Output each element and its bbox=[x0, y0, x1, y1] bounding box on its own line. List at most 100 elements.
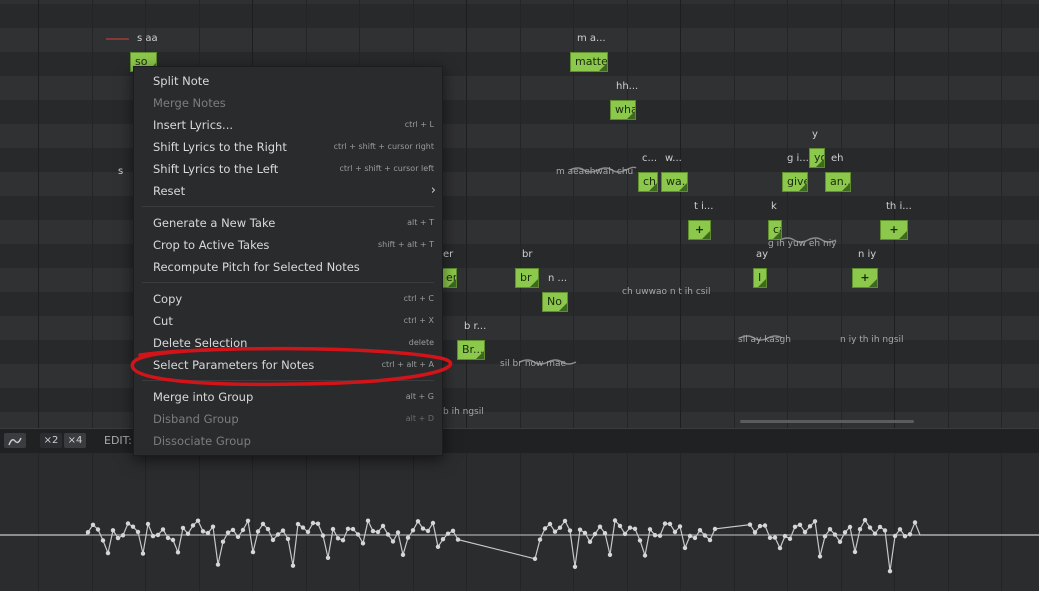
pitch-point[interactable] bbox=[817, 554, 823, 559]
pitch-point[interactable] bbox=[762, 523, 768, 528]
pitch-point[interactable] bbox=[360, 541, 366, 546]
note-matter[interactable]: matter bbox=[570, 52, 608, 72]
note-br[interactable]: br bbox=[515, 268, 539, 288]
pitch-point[interactable] bbox=[240, 527, 246, 533]
pitch-point[interactable] bbox=[375, 529, 381, 535]
pitch-point[interactable] bbox=[602, 531, 608, 536]
pitch-point[interactable] bbox=[677, 524, 683, 529]
menu-item-select-parameters-for-notes[interactable]: Select Parameters for Notes ctrl + alt + … bbox=[134, 354, 442, 376]
parameter-panel[interactable] bbox=[0, 453, 1039, 591]
pitch-point[interactable] bbox=[857, 527, 863, 532]
pitch-point[interactable] bbox=[652, 533, 658, 538]
pitch-point[interactable] bbox=[662, 521, 668, 526]
pitch-point[interactable] bbox=[752, 530, 758, 535]
pitch-point[interactable] bbox=[455, 537, 461, 542]
pitch-point[interactable] bbox=[450, 528, 456, 533]
pitch-point[interactable] bbox=[280, 528, 286, 533]
pitch-point[interactable] bbox=[290, 563, 296, 568]
pitch-point[interactable] bbox=[892, 533, 898, 539]
pitch-point[interactable] bbox=[837, 539, 843, 544]
pitch-point[interactable] bbox=[802, 529, 808, 535]
pitch-point[interactable] bbox=[552, 529, 558, 534]
pitch-point[interactable] bbox=[415, 519, 421, 524]
menu-item-crop-to-active-takes[interactable]: Crop to Active Takes shift + alt + T bbox=[134, 234, 442, 256]
note-plus-1[interactable]: + bbox=[688, 220, 711, 240]
pitch-point[interactable] bbox=[577, 527, 583, 532]
pitch-point[interactable] bbox=[707, 537, 713, 543]
pitch-point[interactable] bbox=[617, 523, 623, 529]
pitch-point[interactable] bbox=[862, 517, 868, 523]
pitch-point[interactable] bbox=[542, 526, 548, 531]
pitch-point[interactable] bbox=[832, 532, 838, 537]
pitch-point[interactable] bbox=[365, 518, 371, 523]
note-wha[interactable]: wha bbox=[610, 100, 636, 120]
pitch-point[interactable] bbox=[310, 520, 316, 526]
pitch-point[interactable] bbox=[345, 526, 351, 531]
menu-item-reset[interactable]: Reset › bbox=[134, 180, 442, 202]
pitch-point[interactable] bbox=[420, 526, 426, 531]
note-no[interactable]: No bbox=[542, 292, 568, 312]
pitch-point[interactable] bbox=[250, 549, 256, 555]
note-ca[interactable]: ca bbox=[768, 220, 782, 240]
pitch-point[interactable] bbox=[667, 521, 673, 527]
pitch-point[interactable] bbox=[430, 520, 436, 526]
pitch-point[interactable] bbox=[135, 529, 141, 535]
pitch-point[interactable] bbox=[797, 522, 803, 527]
pitch-point[interactable] bbox=[355, 532, 361, 537]
horizontal-scrollbar[interactable] bbox=[740, 420, 914, 423]
pitch-point[interactable] bbox=[275, 532, 281, 537]
pitch-point[interactable] bbox=[592, 531, 598, 537]
pitch-point[interactable] bbox=[335, 536, 341, 541]
pitch-point[interactable] bbox=[255, 529, 261, 534]
pitch-point[interactable] bbox=[607, 552, 613, 557]
pitch-point[interactable] bbox=[200, 529, 206, 534]
menu-item-delete-selection[interactable]: Delete Selection delete bbox=[134, 332, 442, 354]
pitch-point[interactable] bbox=[425, 528, 431, 534]
pitch-point[interactable] bbox=[115, 535, 121, 541]
pitch-point[interactable] bbox=[285, 536, 291, 542]
pitch-point[interactable] bbox=[682, 545, 688, 551]
menu-item-cut[interactable]: Cut ctrl + X bbox=[134, 310, 442, 332]
pitch-point[interactable] bbox=[440, 537, 446, 542]
pitch-point[interactable] bbox=[882, 528, 888, 533]
pitch-point[interactable] bbox=[300, 525, 306, 530]
pitch-point[interactable] bbox=[852, 549, 858, 555]
pitch-point[interactable] bbox=[547, 521, 553, 527]
zoom-x2-button[interactable]: ×2 bbox=[40, 433, 62, 448]
pitch-point[interactable] bbox=[587, 539, 593, 544]
note-give[interactable]: give bbox=[782, 172, 808, 192]
pitch-point[interactable] bbox=[562, 518, 568, 524]
pitch-point[interactable] bbox=[265, 526, 271, 532]
pitch-point[interactable] bbox=[567, 528, 573, 533]
pitch-point[interactable] bbox=[210, 524, 216, 529]
pitch-point[interactable] bbox=[672, 529, 678, 535]
pitch-point[interactable] bbox=[897, 527, 903, 532]
pitch-point[interactable] bbox=[622, 531, 628, 537]
pitch-point[interactable] bbox=[902, 534, 908, 539]
pitch-point[interactable] bbox=[130, 524, 136, 529]
pitch-point[interactable] bbox=[245, 518, 251, 523]
pitch-point[interactable] bbox=[315, 521, 321, 526]
pitch-point[interactable] bbox=[195, 518, 201, 523]
pitch-point[interactable] bbox=[405, 535, 411, 540]
pitch-point[interactable] bbox=[95, 527, 101, 532]
pitch-point[interactable] bbox=[702, 533, 708, 538]
pitch-point[interactable] bbox=[747, 522, 753, 527]
note-wa[interactable]: wa... bbox=[661, 172, 688, 192]
pitch-point[interactable] bbox=[400, 552, 406, 557]
pitch-point[interactable] bbox=[597, 524, 603, 529]
pitch-point[interactable] bbox=[220, 539, 226, 544]
pitch-point[interactable] bbox=[847, 524, 853, 530]
pitch-point[interactable] bbox=[380, 523, 386, 529]
pitch-point[interactable] bbox=[145, 521, 151, 527]
pitch-point[interactable] bbox=[657, 533, 663, 538]
pitch-point[interactable] bbox=[175, 550, 181, 555]
pitch-point[interactable] bbox=[230, 527, 236, 533]
pitch-point[interactable] bbox=[325, 555, 331, 560]
pitch-point[interactable] bbox=[787, 536, 793, 541]
pitch-point[interactable] bbox=[225, 530, 231, 535]
pitch-point[interactable] bbox=[165, 535, 171, 541]
pitch-point[interactable] bbox=[340, 538, 346, 543]
menu-item-merge-into-group[interactable]: Merge into Group alt + G bbox=[134, 386, 442, 408]
note-i[interactable]: I bbox=[753, 268, 767, 288]
